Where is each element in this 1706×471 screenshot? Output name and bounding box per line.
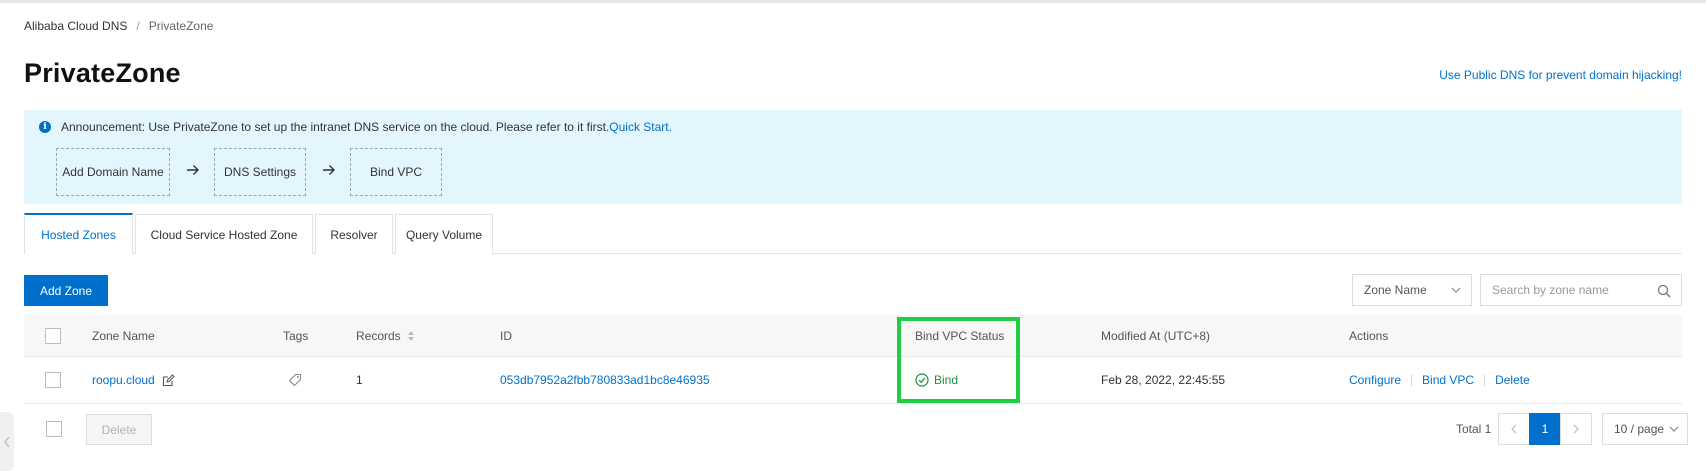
- arrow-right-icon: [187, 165, 199, 175]
- top-border: [0, 0, 1706, 3]
- announcement-text: Announcement: Use PrivateZone to set up …: [61, 120, 610, 134]
- header-zone-name: Zone Name: [92, 328, 155, 343]
- page-title: PrivateZone: [24, 58, 181, 88]
- page-size-select[interactable]: 10 / page: [1602, 413, 1688, 445]
- select-all-checkbox[interactable]: [45, 327, 61, 344]
- select-all-checkbox-cell: [45, 315, 61, 356]
- previous-page-button[interactable]: [1498, 413, 1530, 445]
- zone-id-cell: 053db7952a2fbb780833ad1bc8e46935: [500, 357, 710, 403]
- announcement-banner: i Announcement: Use PrivateZone to set u…: [24, 110, 1682, 204]
- sidebar-collapse-handle[interactable]: [0, 412, 14, 471]
- action-divider: [1484, 374, 1486, 386]
- edit-icon[interactable]: [162, 373, 175, 387]
- header-modified-at: Modified At (UTC+8): [1101, 328, 1211, 343]
- step-bind-vpc: Bind VPC: [350, 148, 442, 196]
- zone-name-filter-select[interactable]: Zone Name: [1352, 274, 1472, 306]
- actions-cell: Configure Bind VPC Delete: [1349, 357, 1530, 403]
- header-records[interactable]: Records: [356, 315, 415, 356]
- step-dns-settings: DNS Settings: [214, 148, 306, 196]
- tab-hosted-zones[interactable]: Hosted Zones: [24, 213, 133, 254]
- configure-action[interactable]: Configure: [1349, 373, 1401, 387]
- tab-bar: Hosted Zones Cloud Service Hosted Zone R…: [24, 213, 1682, 254]
- table-row: roopu.cloud 1 053db7952a2fbb780833ad1bc8…: [24, 357, 1682, 404]
- filter-select-value: Zone Name: [1364, 283, 1427, 297]
- action-divider: [1411, 374, 1413, 386]
- search-icon[interactable]: [1657, 284, 1671, 298]
- info-icon: i: [39, 121, 51, 133]
- zone-name-link[interactable]: roopu.cloud: [92, 373, 155, 387]
- breadcrumb-separator: /: [136, 19, 140, 33]
- footer-select-all-cell: [46, 421, 62, 437]
- arrow-right-icon: [323, 165, 335, 175]
- bulk-delete-button[interactable]: Delete: [86, 414, 152, 445]
- total-count: Total 1: [1456, 422, 1492, 436]
- delete-action[interactable]: Delete: [1495, 373, 1530, 387]
- table-header: Zone Name Tags Records ID Bind VPC Statu…: [24, 315, 1682, 357]
- breadcrumb-root[interactable]: Alibaba Cloud DNS: [24, 19, 127, 33]
- bind-vpc-action[interactable]: Bind VPC: [1422, 373, 1474, 387]
- step-add-domain-name: Add Domain Name: [56, 148, 170, 196]
- tab-query-volume[interactable]: Query Volume: [395, 214, 493, 254]
- breadcrumb: Alibaba Cloud DNS / PrivateZone: [24, 19, 213, 33]
- next-page-button[interactable]: [1560, 413, 1592, 445]
- quick-start-link[interactable]: Quick Start.: [609, 120, 672, 134]
- tab-cloud-service-hosted-zone[interactable]: Cloud Service Hosted Zone: [135, 214, 313, 254]
- page-number-button[interactable]: 1: [1529, 413, 1561, 445]
- footer-select-all-checkbox[interactable]: [46, 421, 62, 437]
- highlight-box: [897, 317, 1020, 403]
- chevron-right-icon: [1573, 424, 1579, 434]
- add-zone-button[interactable]: Add Zone: [24, 275, 108, 306]
- sort-icon[interactable]: [407, 330, 415, 342]
- public-dns-link[interactable]: Use Public DNS for prevent domain hijack…: [1439, 68, 1682, 82]
- records-cell: 1: [356, 373, 363, 387]
- header-tags: Tags: [283, 328, 309, 343]
- tags-cell: [288, 357, 302, 403]
- tab-resolver[interactable]: Resolver: [315, 214, 393, 254]
- zone-name-cell: roopu.cloud: [92, 357, 175, 403]
- row-checkbox[interactable]: [45, 372, 61, 388]
- breadcrumb-current: PrivateZone: [148, 19, 214, 33]
- chevron-down-icon: [1451, 287, 1461, 293]
- header-actions: Actions: [1349, 328, 1389, 343]
- announcement-message: Announcement: Use PrivateZone to set up …: [61, 120, 672, 134]
- tag-icon[interactable]: [288, 373, 302, 387]
- page-size-value: 10 / page: [1614, 422, 1665, 436]
- zone-search-input[interactable]: Search by zone name: [1480, 274, 1682, 306]
- chevron-down-icon: [1669, 426, 1679, 432]
- zone-id-link[interactable]: 053db7952a2fbb780833ad1bc8e46935: [500, 373, 710, 387]
- modified-at-cell: Feb 28, 2022, 22:45:55: [1101, 373, 1226, 387]
- row-checkbox-cell: [45, 357, 61, 403]
- search-placeholder: Search by zone name: [1492, 283, 1609, 297]
- header-id: ID: [500, 328, 512, 343]
- chevron-left-icon: [1511, 424, 1517, 434]
- chevron-left-icon: [4, 436, 10, 447]
- header-records-label: Records: [356, 328, 401, 343]
